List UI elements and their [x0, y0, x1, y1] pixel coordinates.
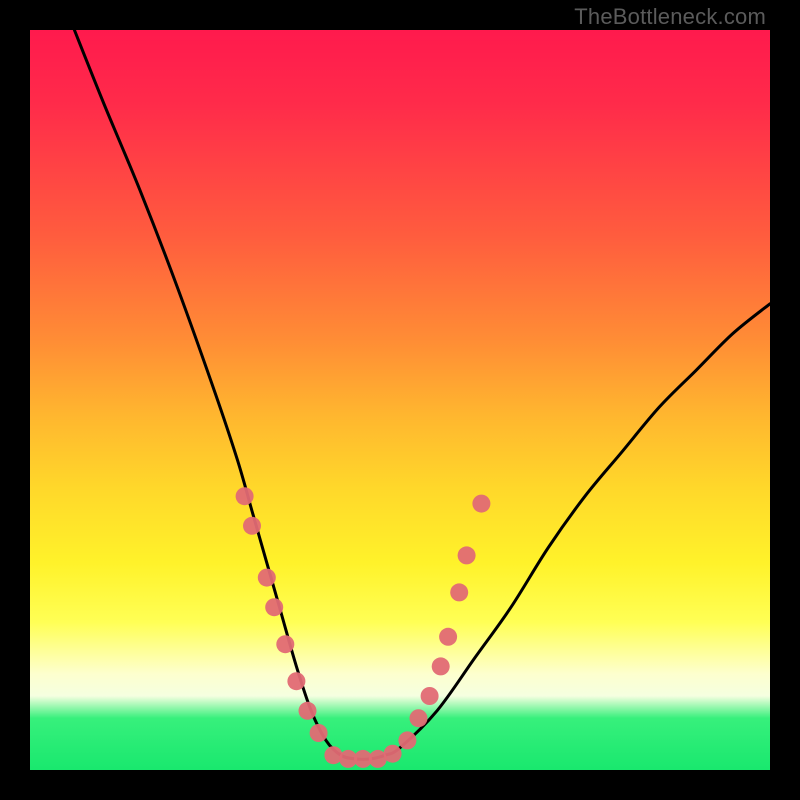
data-marker	[410, 709, 428, 727]
data-marker	[398, 731, 416, 749]
data-marker	[258, 569, 276, 587]
data-marker	[310, 724, 328, 742]
data-marker	[265, 598, 283, 616]
data-marker	[287, 672, 305, 690]
data-marker	[450, 583, 468, 601]
data-marker	[236, 487, 254, 505]
data-marker	[421, 687, 439, 705]
data-marker	[276, 635, 294, 653]
data-marker	[472, 495, 490, 513]
data-marker	[439, 628, 457, 646]
bottleneck-curve-path	[74, 30, 770, 759]
marker-group	[236, 487, 491, 768]
curve-svg	[30, 30, 770, 770]
data-marker	[384, 745, 402, 763]
data-marker	[432, 657, 450, 675]
watermark-text: TheBottleneck.com	[574, 4, 766, 30]
chart-frame: TheBottleneck.com	[0, 0, 800, 800]
data-marker	[299, 702, 317, 720]
data-marker	[458, 546, 476, 564]
plot-area	[30, 30, 770, 770]
data-marker	[243, 517, 261, 535]
